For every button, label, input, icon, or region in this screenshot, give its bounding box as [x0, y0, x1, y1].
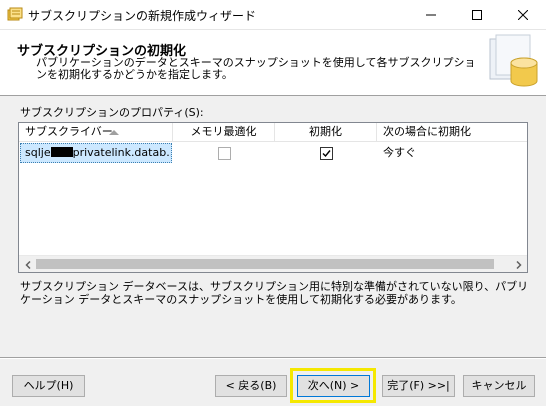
- chevron-right-icon: [515, 260, 522, 269]
- help-button[interactable]: ヘルプ(H): [12, 375, 85, 397]
- column-header-memory-optimized[interactable]: メモリ最適化: [173, 123, 275, 142]
- back-button[interactable]: < 戻る(B): [215, 375, 287, 397]
- window-title: サブスクリプションの新規作成ウィザード: [28, 9, 257, 23]
- checkmark-icon: [322, 150, 331, 158]
- column-header-subscriber[interactable]: サブスクライバー: [19, 123, 173, 142]
- scroll-right-button[interactable]: [510, 256, 527, 273]
- subscription-properties-label: サブスクリプションのプロパティ(S):: [20, 106, 204, 119]
- subscriber-name-suffix: privatelink.datab...: [72, 146, 172, 159]
- memory-optimized-checkbox[interactable]: [218, 147, 231, 160]
- cancel-button[interactable]: キャンセル: [463, 375, 535, 397]
- column-header-initialize-when[interactable]: 次の場合に初期化: [377, 123, 527, 142]
- divider: [0, 357, 546, 359]
- horizontal-scrollbar[interactable]: [19, 255, 527, 272]
- memory-optimized-cell: [173, 143, 275, 163]
- subscriber-name-prefix: sqlje: [25, 146, 51, 159]
- info-text: サブスクリプション データベースは、サブスクリプション用に特別な準備がされていな…: [20, 280, 529, 306]
- close-button[interactable]: [500, 0, 546, 30]
- scrollbar-thumb[interactable]: [36, 259, 494, 269]
- wizard-app-icon: [7, 7, 23, 21]
- grid-header: サブスクライバー メモリ最適化 初期化 次の場合に初期化: [19, 123, 527, 142]
- page-description: パブリケーションのデータとスキーマのスナップショットを使用して各サブスクリプショ…: [36, 56, 476, 81]
- scroll-left-button[interactable]: [19, 256, 36, 273]
- maximize-icon: [472, 10, 482, 20]
- database-wizard-icon: [489, 34, 538, 87]
- table-row[interactable]: sqlje privatelink.datab... 今すぐ: [19, 143, 527, 163]
- initialize-cell: [275, 143, 377, 163]
- subscription-properties-grid: サブスクライバー メモリ最適化 初期化 次の場合に初期化 sqlje privat…: [18, 122, 528, 273]
- column-header-initialize[interactable]: 初期化: [275, 123, 377, 142]
- column-header-subscriber-label: サブスクライバー: [25, 125, 113, 138]
- title-bar: サブスクリプションの新規作成ウィザード: [0, 0, 546, 30]
- chevron-left-icon: [24, 260, 31, 269]
- sort-ascending-icon: [109, 130, 119, 135]
- finish-button[interactable]: 完了(F) >>|: [382, 375, 455, 397]
- close-icon: [518, 10, 528, 20]
- subscriber-cell[interactable]: sqlje privatelink.datab...: [20, 143, 172, 163]
- maximize-button[interactable]: [454, 0, 500, 30]
- initialize-when-cell[interactable]: 今すぐ: [377, 143, 527, 163]
- next-button[interactable]: 次へ(N) >: [297, 375, 370, 397]
- minimize-button[interactable]: [408, 0, 454, 30]
- wizard-header: サブスクリプションの初期化 パブリケーションのデータとスキーマのスナップショット…: [0, 30, 546, 96]
- minimize-icon: [426, 14, 436, 16]
- initialize-checkbox[interactable]: [320, 147, 333, 160]
- redacted-block: [50, 147, 73, 157]
